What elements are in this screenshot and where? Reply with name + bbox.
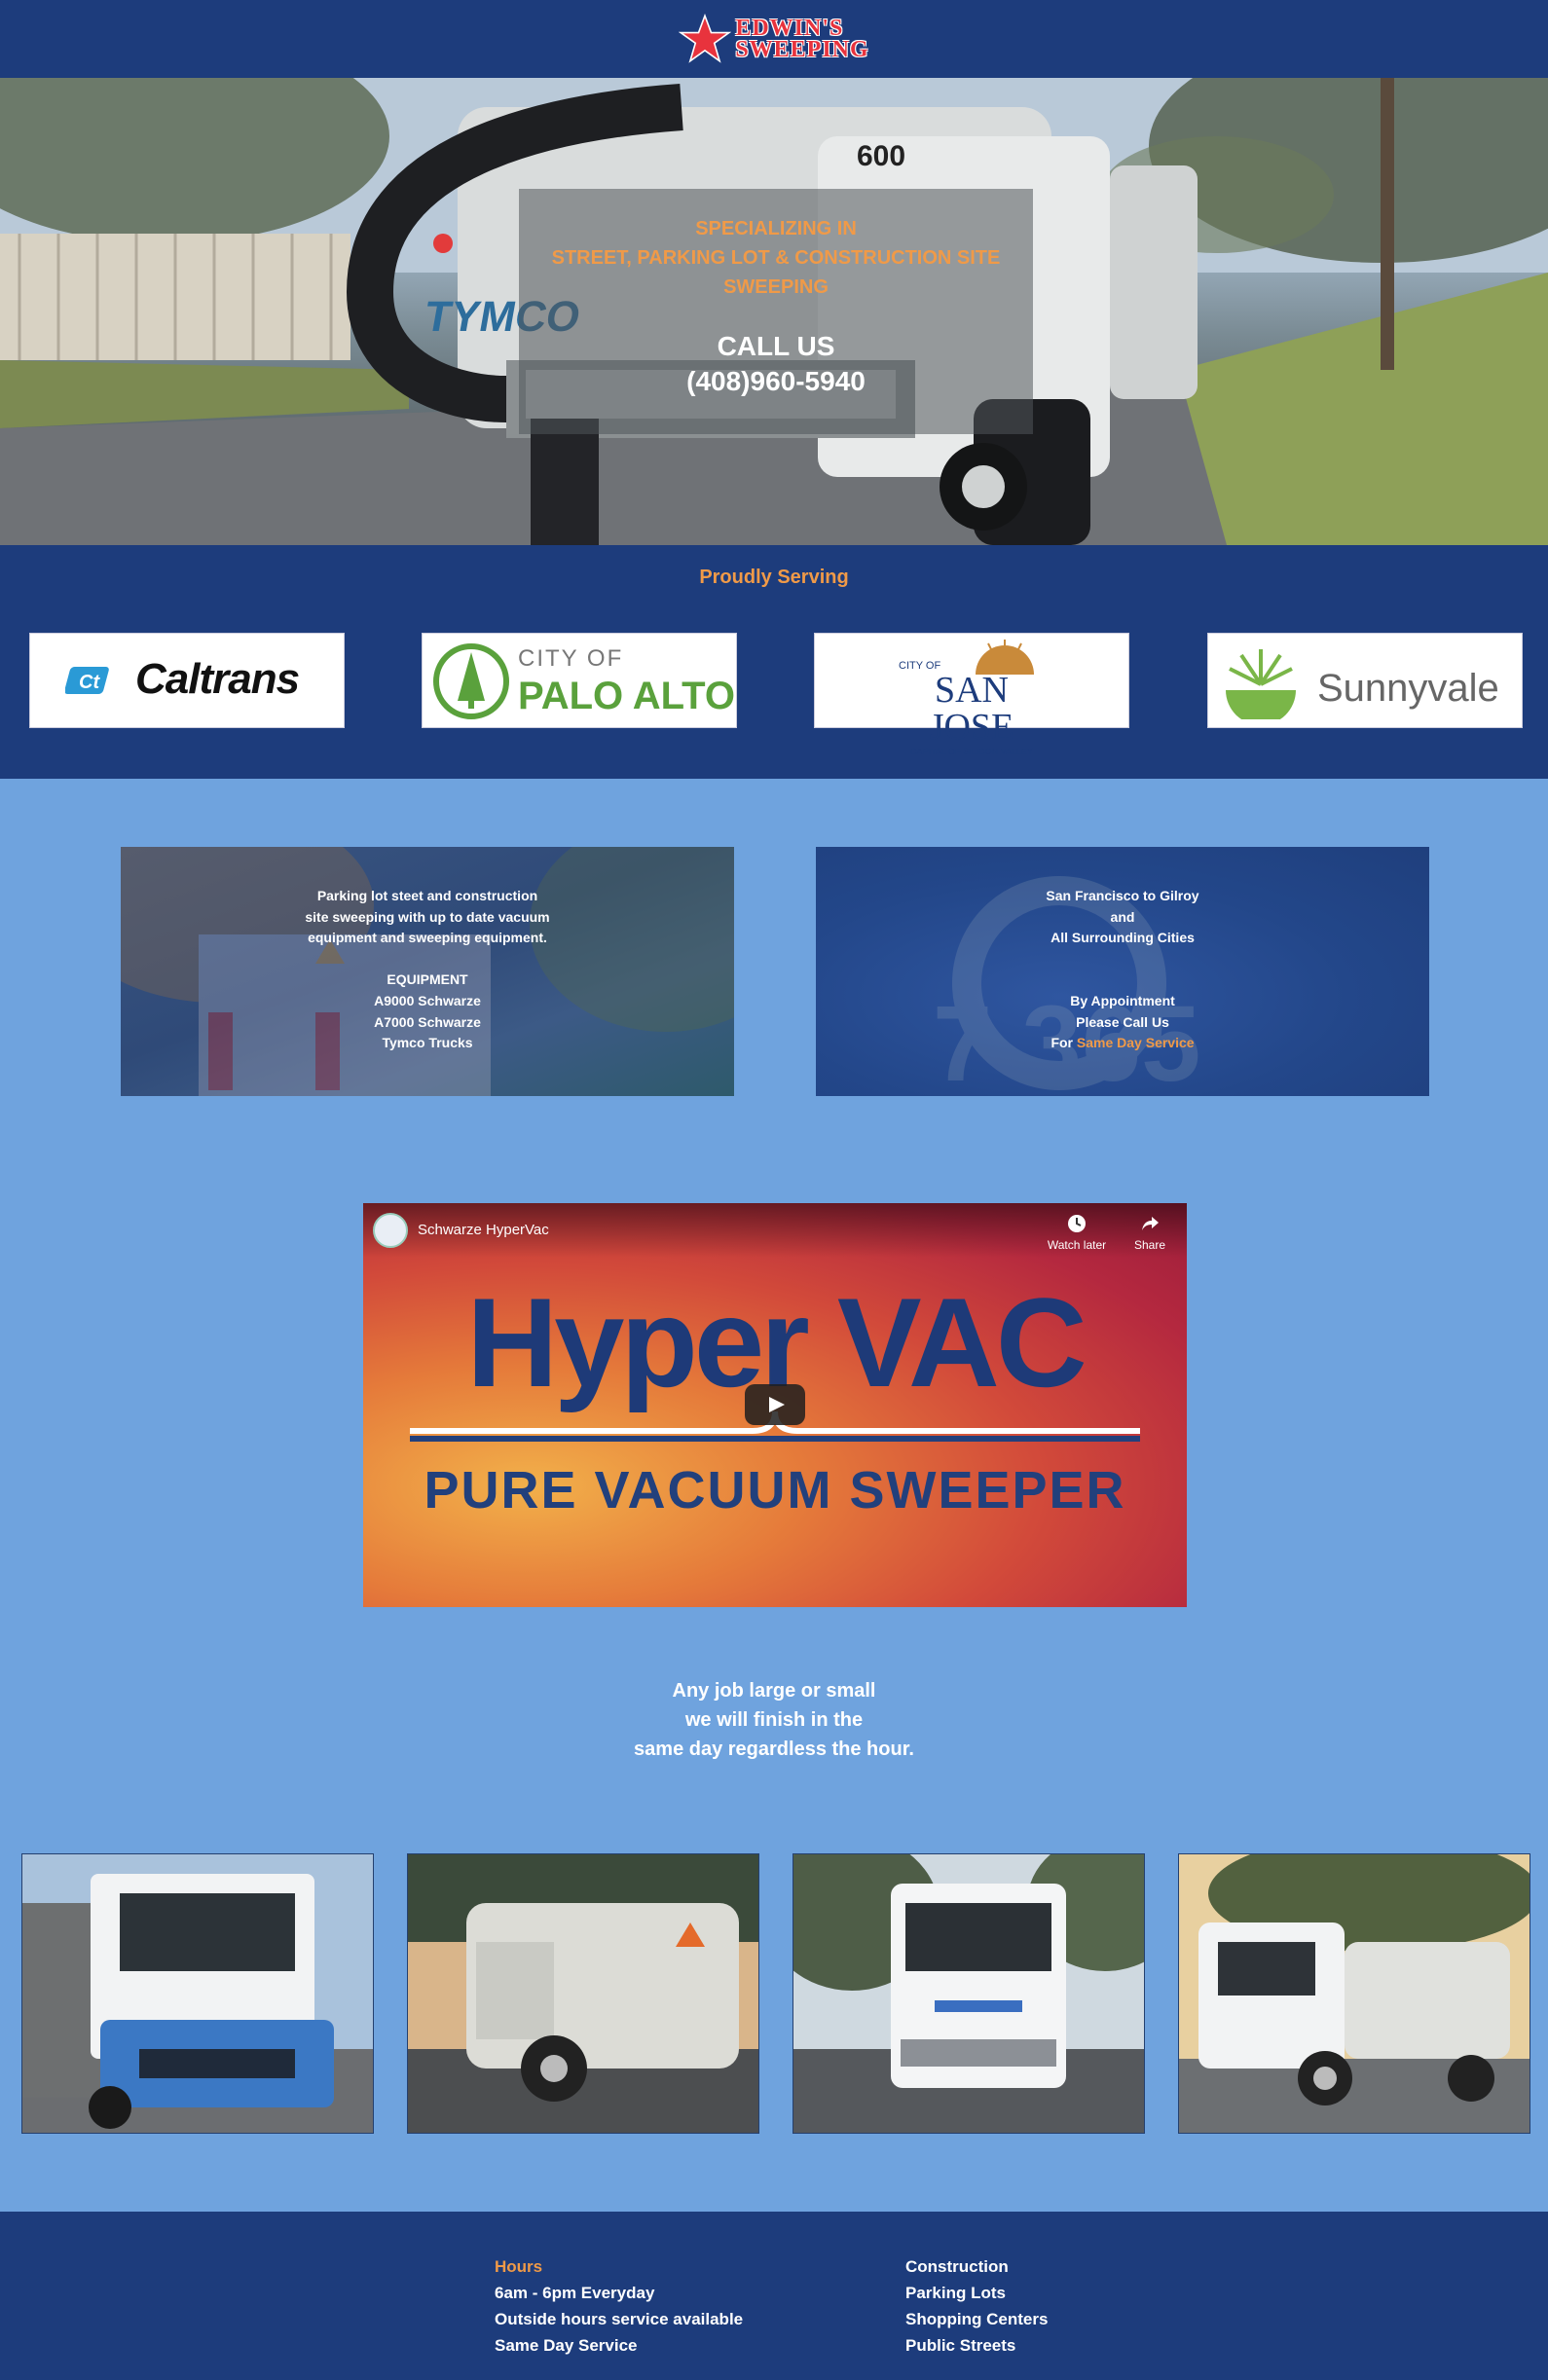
partner-logo-palo-alto[interactable]: CITY OF PALO ALTO [422,633,737,728]
area-line-2: and [1110,908,1135,925]
footer-service-parking-lots[interactable]: Parking Lots [905,2280,1048,2306]
video-player[interactable]: Schwarze HyperVac Watch later Share Hype… [363,1203,1187,1607]
footer-service-public-streets[interactable]: Public Streets [905,2332,1048,2359]
brand-line-2: SWEEPING [735,37,869,62]
site-footer: Hours 6am - 6pm Everyday Outside hours s… [0,2212,1548,2380]
area-same-day-line: For Same Day Service [816,1033,1429,1054]
hero-overlay-panel: SPECIALIZING IN STREET, PARKING LOT & CO… [519,189,1033,434]
gallery-photo-4[interactable] [1178,1853,1530,2134]
tagline-line-1: Any job large or small [672,1680,876,1702]
equipment-heading: EQUIPMENT [387,971,468,988]
watch-later-button[interactable]: Watch later [1043,1213,1111,1252]
equipment-card: Parking lot steet and construction site … [121,847,734,1096]
hero-specialty-line-3: SWEEPING [723,276,829,298]
area-line-3: All Surrounding Cities [1050,930,1195,946]
area-call: Please Call Us [1076,1013,1169,1030]
partner-logo-sunnyvale[interactable]: Sunnyvale [1207,633,1523,728]
san-jose-name: SAN JOSE [929,670,1014,748]
site-header: EDWIN'S SWEEPING [0,0,1548,78]
hero-specialty-line-2: STREET, PARKING LOT & CONSTRUCTION SITE [551,247,1001,269]
partner-logo-san-jose[interactable]: CITY OF SAN JOSE CAPITAL OF SILICON VALL… [814,633,1129,756]
brand-line-1: EDWIN'S [735,16,844,41]
gallery-photo-3[interactable] [792,1853,1145,2134]
equipment-item-a7000: A7000 Schwarze [374,1013,481,1030]
equipment-desc-line-2: site sweeping with up to date vacuum [305,908,550,925]
hero-specialty-line-1: SPECIALIZING IN [695,218,857,239]
footer-service-construction[interactable]: Construction [905,2253,1048,2280]
footer-services-column: Construction Parking Lots Shopping Cente… [905,2253,1048,2359]
share-button[interactable]: Share [1116,1213,1184,1252]
truck-photo-4-image [1179,1854,1530,2133]
tagline: Any job large or small we will finish in… [0,1676,1548,1764]
brand-logo[interactable]: EDWIN'S SWEEPING [679,13,868,65]
video-subheadline: PURE VACUUM SWEEPER [424,1461,1126,1520]
tagline-line-2: we will finish in the [684,1709,864,1731]
star-icon [679,13,732,63]
area-line-1: San Francisco to Gilroy [1046,888,1199,903]
caltrans-wordmark: Caltrans [135,655,300,703]
footer-service-shopping-centers[interactable]: Shopping Centers [905,2306,1048,2332]
svg-text:600: 600 [857,140,905,172]
palo-alto-line-2: PALO ALTO [518,675,735,717]
tagline-line-3: same day regardless the hour. [634,1739,914,1760]
service-area-card: 7 365 San Francisco to Gilroy and All Su… [816,847,1429,1096]
footer-hours-column: Hours 6am - 6pm Everyday Outside hours s… [495,2253,743,2359]
truck-photo-1-image [22,1854,373,2133]
equipment-desc-line-3: equipment and sweeping equipment. [308,930,547,946]
video-title[interactable]: Schwarze HyperVac [418,1222,549,1238]
share-arrow-icon [1142,1217,1159,1230]
equipment-item-a9000: A9000 Schwarze [374,992,481,1008]
area-appointment: By Appointment [1070,992,1175,1008]
area-for-label: For [1050,1035,1077,1051]
same-day-service-link[interactable]: Same Day Service [1077,1035,1195,1050]
footer-hours-line-3: Same Day Service [495,2336,638,2355]
hero-phone-link[interactable]: (408)960-5940 [519,364,1033,399]
equipment-desc-line-1: Parking lot steet and construction [316,888,538,903]
gallery-photo-2[interactable] [407,1853,759,2134]
san-jose-tagline: CAPITAL OF SILICON VALLEY [910,747,1033,756]
hero-call-label: CALL US [717,331,835,361]
share-label: Share [1133,1238,1166,1252]
tree-seal-icon [433,643,509,719]
play-icon[interactable] [745,1384,805,1425]
footer-hours-title: Hours [495,2257,543,2276]
footer-hours-line-1: 6am - 6pm Everyday [495,2284,655,2302]
svg-text:Ct: Ct [79,672,100,693]
partner-logo-caltrans[interactable]: Ct Caltrans [29,633,345,728]
serving-title: Proudly Serving [699,567,849,588]
channel-avatar[interactable] [373,1213,408,1248]
service-area-card-watermark: 7 365 [933,876,1200,1096]
truck-photo-3-image [793,1854,1144,2133]
equipment-item-tymco: Tymco Trucks [382,1035,473,1051]
watch-later-label: Watch later [1047,1238,1107,1252]
gallery-photo-1[interactable] [21,1853,374,2134]
truck-photo-2-image [408,1854,758,2133]
brand-wordmark: EDWIN'S SWEEPING [735,16,869,62]
sunburst-icon [1226,649,1296,719]
sunnyvale-wordmark: Sunnyvale [1317,667,1499,710]
proudly-serving-section: Proudly Serving Ct Caltrans CITY OF PALO… [0,545,1548,779]
footer-hours-line-2: Outside hours service available [495,2310,744,2328]
clock-icon [1068,1215,1086,1232]
hero-banner: TYMCO 600 SPECIALIZING IN STREET, PARKIN… [0,78,1548,545]
palo-alto-line-1: CITY OF [518,645,624,672]
